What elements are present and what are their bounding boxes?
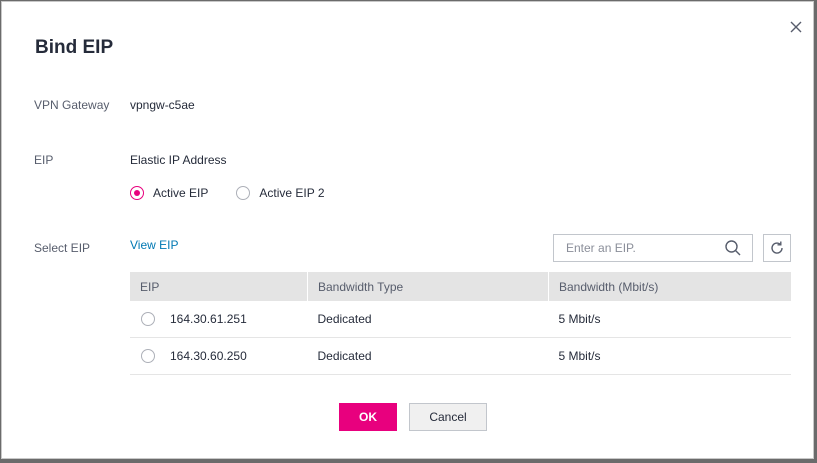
table-row[interactable]: 164.30.61.251 Dedicated 5 Mbit/s	[130, 301, 791, 338]
bind-eip-dialog: Bind EIP VPN Gateway vpngw-c5ae EIP Elas…	[1, 1, 814, 459]
radio-active-eip-2[interactable]: Active EIP 2	[236, 186, 325, 200]
radio-active-eip-2-label: Active EIP 2	[259, 186, 325, 200]
column-header-bandwidth: Bandwidth (Mbit/s)	[548, 272, 791, 301]
column-header-eip: EIP	[130, 272, 308, 301]
table-cell-eip: 164.30.61.251	[130, 301, 308, 338]
eip-radio-group: Active EIP Active EIP 2	[130, 186, 325, 200]
select-eip-label: Select EIP	[34, 241, 91, 255]
column-header-bandwidth-type: Bandwidth Type	[307, 272, 549, 301]
eip-address: 164.30.61.251	[170, 312, 247, 326]
row-radio-icon[interactable]	[141, 312, 155, 326]
refresh-icon	[771, 241, 783, 254]
radio-unchecked-icon[interactable]	[236, 186, 251, 200]
bandwidth-type-cell: Dedicated	[307, 301, 549, 338]
ok-button[interactable]: OK	[339, 403, 397, 431]
table-header-row: EIP Bandwidth Type Bandwidth (Mbit/s)	[130, 272, 791, 301]
dialog-title: Bind EIP	[35, 37, 114, 58]
eip-label: EIP	[34, 153, 54, 167]
bandwidth-type-cell: Dedicated	[307, 337, 549, 375]
view-eip-link[interactable]: View EIP	[130, 238, 178, 252]
close-icon[interactable]	[788, 19, 804, 35]
eip-table: EIP Bandwidth Type Bandwidth (Mbit/s) 16…	[130, 272, 791, 375]
table-cell-eip: 164.30.60.250	[130, 337, 308, 375]
refresh-button[interactable]	[763, 234, 791, 262]
eip-search-input[interactable]	[564, 240, 724, 256]
radio-checked-icon[interactable]	[130, 186, 144, 200]
row-radio-icon[interactable]	[141, 349, 155, 363]
cancel-button[interactable]: Cancel	[409, 403, 487, 431]
vpn-gateway-value: vpngw-c5ae	[130, 98, 195, 112]
eip-address: 164.30.60.250	[170, 349, 247, 363]
radio-active-eip-label: Active EIP	[153, 186, 209, 200]
vpn-gateway-label: VPN Gateway	[34, 98, 110, 112]
bandwidth-cell: 5 Mbit/s	[548, 337, 791, 375]
table-row[interactable]: 164.30.60.250 Dedicated 5 Mbit/s	[130, 337, 791, 375]
search-icon[interactable]	[724, 239, 742, 257]
bandwidth-cell: 5 Mbit/s	[548, 301, 791, 338]
eip-type-value: Elastic IP Address	[130, 153, 227, 167]
eip-search-box[interactable]	[553, 234, 753, 262]
radio-active-eip[interactable]: Active EIP	[130, 186, 208, 200]
